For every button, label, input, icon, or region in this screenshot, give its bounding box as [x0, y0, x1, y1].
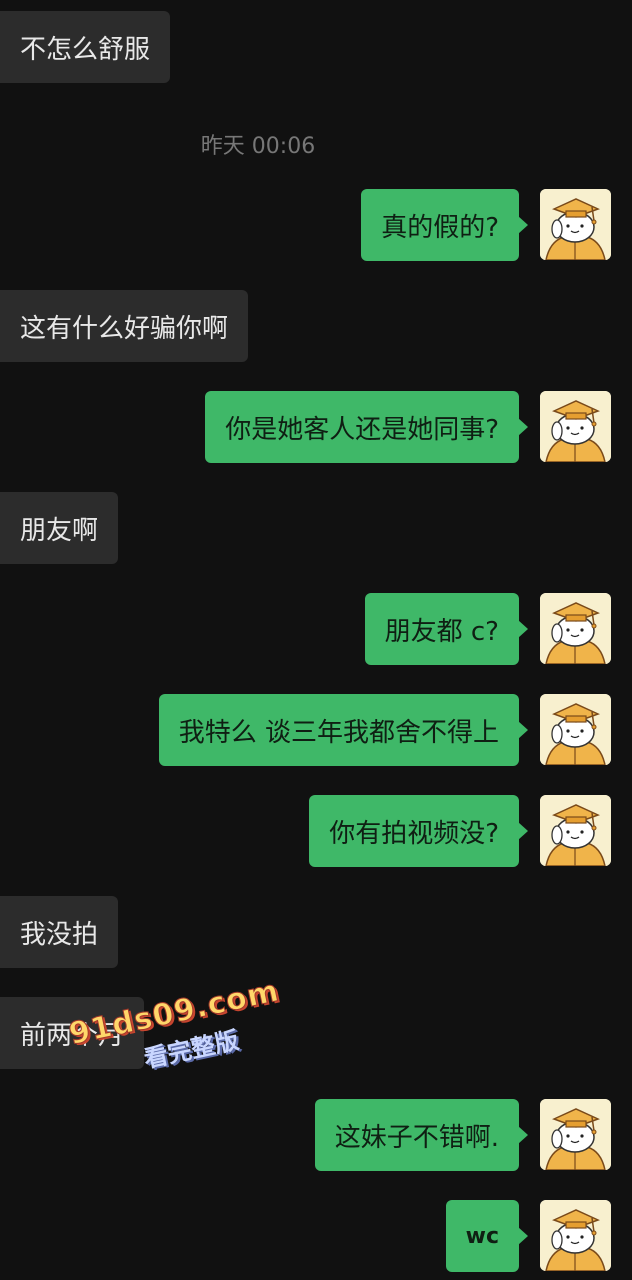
- chat-message-list[interactable]: 不怎么舒服 昨天 00:06 真的假的? 这有什么好骗你啊 你是她客人还是她同事…: [0, 0, 632, 1280]
- message-text: 这有什么好骗你啊: [20, 313, 229, 344]
- sent-message-bubble[interactable]: 这妹子不错啊.: [314, 1099, 529, 1171]
- received-message-bubble[interactable]: 朋友啊: [0, 492, 119, 564]
- sent-message-bubble[interactable]: wc: [445, 1200, 529, 1272]
- message-text: 真的假的?: [381, 212, 499, 243]
- sent-message-bubble[interactable]: 我特么 谈三年我都舍不得上: [158, 694, 529, 766]
- sent-message-bubble[interactable]: 你是她客人还是她同事?: [205, 391, 528, 463]
- avatar[interactable]: [540, 391, 611, 462]
- sent-message-bubble[interactable]: 你有拍视频没?: [309, 795, 528, 867]
- message-text: 前两个月: [20, 1020, 125, 1051]
- received-message-bubble[interactable]: 这有什么好骗你啊: [0, 290, 249, 362]
- received-message-bubble[interactable]: 不怎么舒服: [0, 11, 171, 83]
- message-text: 我没拍: [20, 919, 99, 950]
- received-message-bubble[interactable]: 我没拍: [0, 896, 119, 968]
- avatar[interactable]: [540, 795, 611, 866]
- received-message-bubble[interactable]: 前两个月: [0, 997, 145, 1069]
- message-text: 我特么 谈三年我都舍不得上: [178, 717, 499, 748]
- message-text: 朋友啊: [20, 515, 99, 546]
- message-text: 不怎么舒服: [20, 34, 151, 65]
- avatar[interactable]: [540, 1200, 611, 1271]
- message-timestamp: 昨天 00:06: [200, 134, 316, 159]
- avatar[interactable]: [540, 1099, 611, 1170]
- avatar[interactable]: [540, 593, 611, 664]
- message-text: 朋友都 c?: [384, 616, 499, 647]
- message-text: 你是她客人还是她同事?: [225, 414, 499, 445]
- sent-message-bubble[interactable]: 真的假的?: [361, 189, 528, 261]
- avatar[interactable]: [540, 189, 611, 260]
- message-text: 你有拍视频没?: [329, 818, 499, 849]
- message-text: wc: [465, 1223, 499, 1249]
- sent-message-bubble[interactable]: 朋友都 c?: [364, 593, 529, 665]
- message-text: 这妹子不错啊.: [334, 1122, 499, 1153]
- avatar[interactable]: [540, 694, 611, 765]
